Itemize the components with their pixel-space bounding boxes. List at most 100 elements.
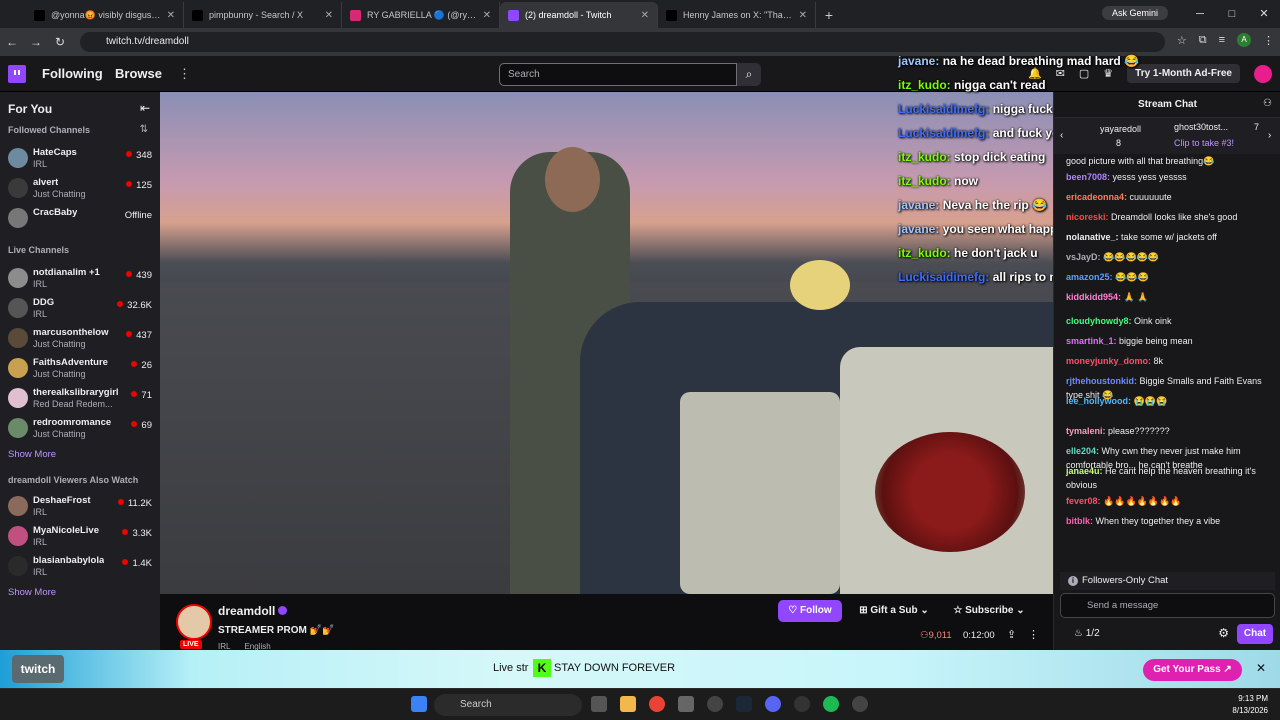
streamer-name[interactable]: dreamdoll — [218, 604, 275, 618]
app-icon-4[interactable] — [852, 696, 868, 712]
file-explorer-icon[interactable] — [620, 696, 636, 712]
chat-message[interactable]: kiddkidd954: 🙏 🙏 — [1066, 290, 1271, 304]
chat-message[interactable]: good picture with all that breathing😂 — [1066, 154, 1271, 168]
chat-message[interactable]: lee_hollywood: 😭😭😭 — [1066, 394, 1271, 408]
back-icon[interactable]: ← — [0, 35, 24, 49]
sidebar-channel[interactable]: marcusonthelow Just Chatting 437 — [0, 324, 160, 352]
reload-icon[interactable]: ↻ — [48, 35, 72, 49]
chat-username[interactable]: janae4u: — [1066, 466, 1103, 476]
chat-username[interactable]: nicoreski: — [1066, 212, 1109, 222]
chrome-icon[interactable] — [649, 696, 665, 712]
chat-username[interactable]: moneyjunky_domo: — [1066, 356, 1151, 366]
chat-message[interactable]: been7008: yesss yess yessss — [1066, 170, 1271, 184]
chat-message[interactable]: moneyjunky_domo: 8k — [1066, 354, 1271, 368]
show-more-link-2[interactable]: Show More — [8, 587, 56, 598]
nav-following[interactable]: Following — [42, 66, 103, 81]
chat-message[interactable]: ericadeonna4: cuuuuuute — [1066, 190, 1271, 204]
browser-tab[interactable]: @yonna😡 visibly disgusted af ✕ — [26, 2, 184, 28]
chat-username[interactable]: cloudyhowdy8: — [1066, 316, 1132, 326]
nav-browse[interactable]: Browse — [115, 66, 162, 81]
channel-points[interactable]: ♨ 1/2 — [1074, 628, 1100, 639]
chat-message[interactable]: cloudyhowdy8: Oink oink — [1066, 314, 1271, 328]
spotify-icon[interactable] — [823, 696, 839, 712]
chat-message[interactable]: nicoreski: Dreamdoll looks like she's go… — [1066, 210, 1271, 224]
chat-username[interactable]: vsJayD: — [1066, 252, 1101, 262]
chat-message[interactable]: fever08: 🔥🔥🔥🔥🔥🔥🔥 — [1066, 494, 1271, 508]
app-icon-1[interactable] — [678, 696, 694, 712]
chat-settings-icon[interactable]: ⚙ — [1218, 626, 1229, 640]
new-tab-button[interactable]: + — [816, 2, 842, 28]
twitch-logo-icon[interactable] — [8, 65, 26, 83]
crown-icon[interactable]: ♛ — [1103, 67, 1113, 80]
url-field[interactable]: twitch.tv/dreamdoll — [80, 32, 1165, 52]
gift-sub-button[interactable]: ⊞ Gift a Sub ⌄ — [850, 600, 938, 622]
app-icon-3[interactable] — [794, 696, 810, 712]
close-tab-icon[interactable]: ✕ — [325, 10, 333, 21]
adfree-button[interactable]: Try 1-Month Ad-Free — [1127, 64, 1240, 83]
search-input[interactable]: Search — [499, 63, 737, 86]
close-tab-icon[interactable]: ✕ — [641, 10, 649, 21]
hype-next-icon[interactable]: › — [1268, 130, 1271, 141]
chat-username[interactable]: ericadeonna4: — [1066, 192, 1127, 202]
profile-avatar[interactable]: A — [1237, 33, 1251, 47]
follow-button[interactable]: ♡ Follow — [778, 600, 842, 622]
chat-username[interactable]: bitblk: — [1066, 516, 1093, 526]
browser-tab[interactable]: Henny James on X: "That beer ✕ — [658, 2, 816, 28]
browser-tab[interactable]: (2) dreamdoll - Twitch ✕ — [500, 2, 658, 28]
more-options-icon[interactable]: ⋮ — [1028, 628, 1039, 641]
chat-message[interactable]: janae4u: He cant help the heaven breathi… — [1066, 464, 1271, 492]
share-icon[interactable]: ⇪ — [1007, 628, 1016, 641]
chat-message[interactable]: bitblk: When they together they a vibe — [1066, 514, 1271, 528]
chat-username[interactable]: been7008: — [1066, 172, 1110, 182]
reading-list-icon[interactable]: ≡ — [1219, 34, 1225, 46]
task-view-icon[interactable] — [591, 696, 607, 712]
maximize-icon[interactable]: □ — [1216, 0, 1248, 28]
taskbar-search[interactable]: Search — [434, 694, 582, 716]
chat-username[interactable]: kiddkidd954: — [1066, 292, 1121, 302]
chat-username[interactable]: nolanative_: — [1066, 232, 1119, 242]
chat-users-icon[interactable]: ⚇ — [1263, 98, 1272, 109]
hype-item-3[interactable]: Clip to take #3! — [1174, 138, 1234, 148]
promo-banner[interactable]: twitch Live str K STAY DOWN FOREVER Get … — [0, 650, 1280, 688]
bookmark-star-icon[interactable]: ☆ — [1177, 34, 1187, 47]
chat-send-button[interactable]: Chat — [1237, 624, 1273, 644]
notifications-icon[interactable]: 🔔 — [1028, 67, 1042, 80]
chat-message[interactable]: tymaleni: please??????? — [1066, 424, 1271, 438]
chat-username[interactable]: tymaleni: — [1066, 426, 1106, 436]
close-tab-icon[interactable]: ✕ — [167, 10, 175, 21]
browser-tab[interactable]: pimpbunny - Search / X ✕ — [184, 2, 342, 28]
clock[interactable]: 9:13 PM 8/13/2026 — [1232, 693, 1268, 717]
browser-menu-icon[interactable]: ⋮ — [1263, 34, 1274, 47]
close-tab-icon[interactable]: ✕ — [483, 10, 491, 21]
subscribe-button[interactable]: ☆ Subscribe ⌄ — [946, 600, 1032, 622]
hype-item-2[interactable]: ghost30tost... — [1174, 122, 1228, 132]
minimize-icon[interactable]: ─ — [1184, 0, 1216, 28]
forward-icon[interactable]: → — [24, 35, 48, 49]
sort-icon[interactable]: ⇅ — [140, 124, 148, 135]
close-tab-icon[interactable]: ✕ — [799, 10, 807, 21]
sidebar-channel[interactable]: therealkslibrarygirl Red Dead Redem... 71 — [0, 384, 160, 412]
hype-prev-icon[interactable]: ‹ — [1060, 130, 1063, 141]
steam-icon[interactable] — [736, 696, 752, 712]
chat-message[interactable]: smartink_1: biggie being mean — [1066, 334, 1271, 348]
chat-username[interactable]: amazon25: — [1066, 272, 1113, 282]
sidebar-channel[interactable]: HateCaps IRL 348 — [0, 144, 160, 172]
sidebar-channel[interactable]: notdianalim +1 IRL 439 — [0, 264, 160, 292]
hype-item-1[interactable]: yayaredoll — [1100, 124, 1141, 134]
sidebar-channel[interactable]: DeshaeFrost IRL 11.2K — [0, 492, 160, 520]
sidebar-channel[interactable]: FaithsAdventure Just Chatting 26 — [0, 354, 160, 382]
sidebar-channel[interactable]: DDG IRL 32.6K — [0, 294, 160, 322]
chat-username[interactable]: smartink_1: — [1066, 336, 1117, 346]
chat-input[interactable]: Send a message — [1060, 593, 1275, 618]
sidebar-channel[interactable]: alvert Just Chatting 125 — [0, 174, 160, 202]
get-pass-button[interactable]: Get Your Pass ↗ — [1143, 659, 1242, 681]
sidebar-channel[interactable]: redroomromance Just Chatting 69 — [0, 414, 160, 442]
sidebar-channel[interactable]: CracBaby Offline — [0, 204, 160, 232]
whispers-icon[interactable]: ▢ — [1079, 67, 1089, 80]
chat-username[interactable]: rjthehoustonkid: — [1066, 376, 1137, 386]
chat-username[interactable]: elle204: — [1066, 446, 1099, 456]
chat-message[interactable]: vsJayD: 😂😂😂😂😂 — [1066, 250, 1271, 264]
app-icon-2[interactable] — [707, 696, 723, 712]
user-avatar[interactable] — [1254, 64, 1272, 83]
chat-username[interactable]: lee_hollywood: — [1066, 396, 1131, 406]
